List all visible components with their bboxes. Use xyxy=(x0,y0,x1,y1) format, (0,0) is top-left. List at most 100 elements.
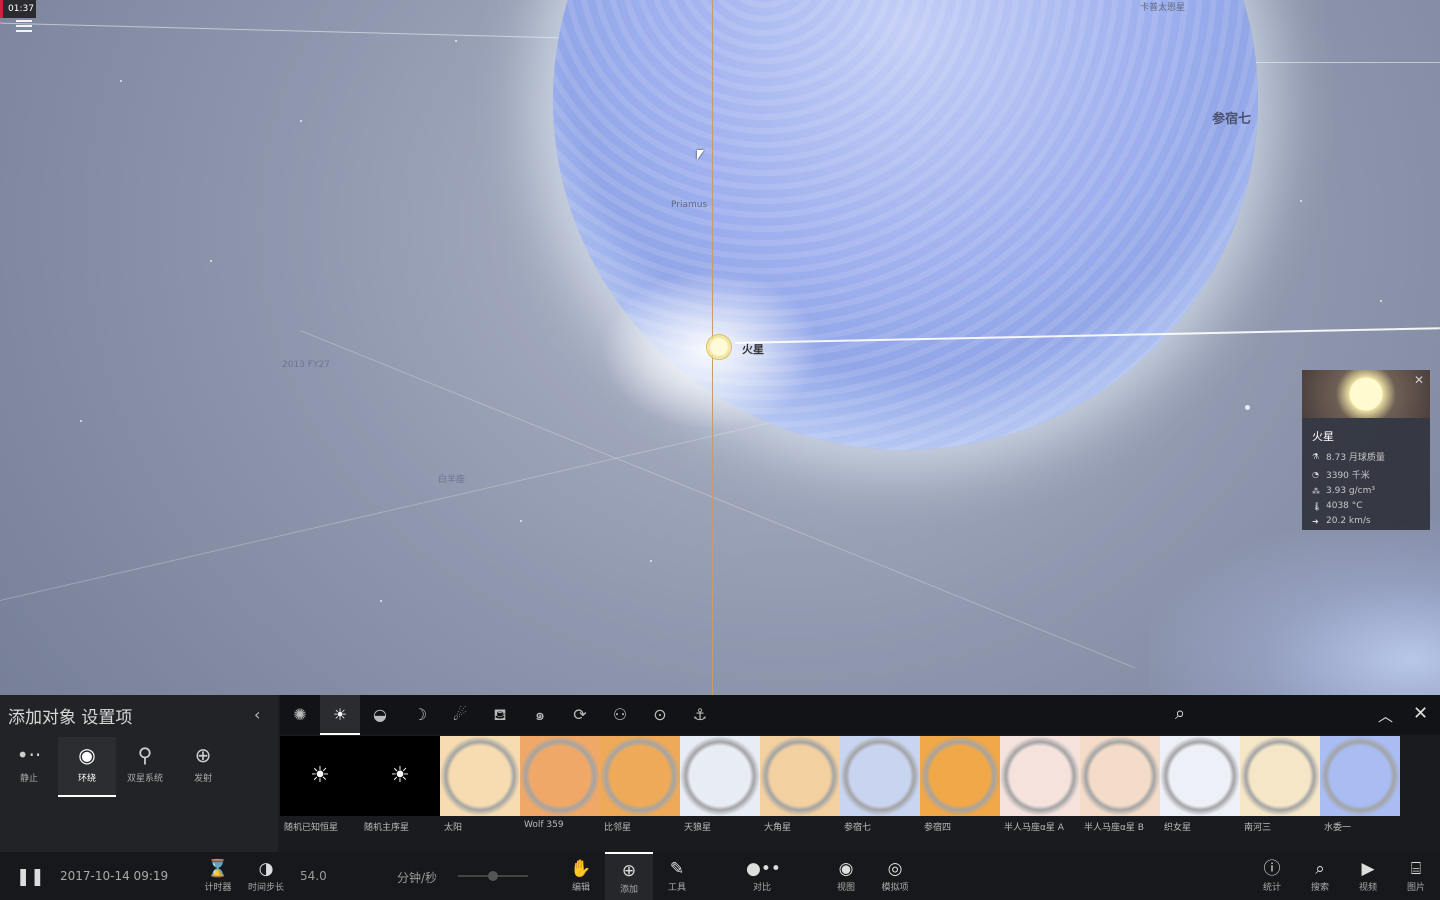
sky-label-mars[interactable]: 火星 xyxy=(742,341,764,357)
camera-icon: ⌸ xyxy=(1410,859,1422,879)
star-item[interactable]: 天狼星 xyxy=(680,736,760,852)
info-row-mass: ⚗ 8.73 月球质量 xyxy=(1312,452,1385,463)
star-item[interactable]: 半人马座α星 B xyxy=(1080,736,1160,852)
star-item-label: 水委一 xyxy=(1324,823,1352,833)
search-icon[interactable]: ⌕ xyxy=(1175,703,1185,724)
simulation-view[interactable]: 卡普太恩星 参宿七 Priamus 火星 2013 FY27 白羊座 xyxy=(0,0,1440,695)
star-item-label: 参宿七 xyxy=(844,823,872,833)
density-icon: ⁂ xyxy=(1312,486,1320,496)
star-item[interactable]: ☀ 随机已知恒星 xyxy=(280,736,360,852)
orbit-line xyxy=(0,22,560,39)
timestep-unit[interactable]: 分钟/秒 xyxy=(397,869,437,886)
orbit-line xyxy=(1255,62,1440,63)
star-item-label: 半人马座α星 A xyxy=(1004,823,1064,833)
menu-icon[interactable] xyxy=(16,20,32,32)
cat-star-icon[interactable]: ☀ xyxy=(320,695,360,735)
binary-icon: ⚲ xyxy=(137,743,153,767)
star-item-label: 半人马座α星 B xyxy=(1084,823,1144,833)
timestep-slider[interactable] xyxy=(458,871,528,881)
sky-label-2013fy27[interactable]: 2013 FY27 xyxy=(282,360,330,370)
edit-button[interactable]: ✋ 编辑 xyxy=(565,858,597,893)
tools-button[interactable]: ✎ 工具 xyxy=(661,858,693,893)
magnifier-icon: ⌕ xyxy=(1315,859,1325,879)
compare-button[interactable]: ●•• 对比 xyxy=(746,858,781,893)
close-panel-icon[interactable]: ✕ xyxy=(1413,703,1428,724)
star-item-label: 大角星 xyxy=(764,823,792,833)
cat-galaxy-icon[interactable]: ๑ xyxy=(520,695,560,735)
sky-label-rigel[interactable]: 参宿七 xyxy=(1212,108,1251,127)
star-item[interactable]: 参宿四 xyxy=(920,736,1000,852)
cat-dust-icon[interactable]: ⊙ xyxy=(640,695,680,735)
sky-label-priamus[interactable]: Priamus xyxy=(671,200,707,210)
video-button[interactable]: ▶ 视频 xyxy=(1352,858,1384,893)
random-star-icon: ☀ xyxy=(360,736,440,816)
cat-ring-icon[interactable]: ⟳ xyxy=(560,695,600,735)
star-item[interactable]: 水委一 xyxy=(1320,736,1400,852)
photo-button[interactable]: ⌸ 图片 xyxy=(1400,858,1432,893)
star-item-label: Wolf 359 xyxy=(524,820,564,830)
star-thumbnail xyxy=(520,736,600,816)
cat-anchor-icon[interactable]: ⚓ xyxy=(680,695,720,735)
simulate-icon: ◎ xyxy=(887,859,903,879)
star-item[interactable]: 南河三 xyxy=(1240,736,1320,852)
info-row-density: ⁂ 3.93 g/cm³ xyxy=(1312,486,1375,496)
star-item[interactable]: 大角星 xyxy=(760,736,840,852)
category-bar: ✺ ☀ ◒ ☽ ☄ ⛾ ๑ ⟳ ⚇ ⊙ ⚓ ⌕ ︿ ✕ xyxy=(280,695,1440,735)
pause-icon[interactable]: ❚❚ xyxy=(16,867,45,887)
random-star-icon: ☀ xyxy=(280,736,360,816)
info-row-velocity: ➜ 20.2 km/s xyxy=(1312,516,1371,526)
stats-button[interactable]: ⓘ 统计 xyxy=(1256,858,1288,893)
cat-planet-icon[interactable]: ◒ xyxy=(360,695,400,735)
slider-knob[interactable] xyxy=(488,871,498,881)
star-item[interactable]: 半人马座α星 A xyxy=(1000,736,1080,852)
eye-icon: ◉ xyxy=(838,859,854,879)
star-thumbnail xyxy=(1160,736,1240,816)
star-item[interactable]: 太阳 xyxy=(440,736,520,852)
star-thumbnail xyxy=(1000,736,1080,816)
mode-launch[interactable]: ⊕ 发射 xyxy=(174,737,232,795)
timestep-button[interactable]: ◑ 时间步长 xyxy=(246,858,286,893)
sim-datetime[interactable]: 2017-10-14 09:19 xyxy=(60,869,168,883)
star-item-label: 天狼星 xyxy=(684,823,712,833)
mouse-cursor-icon xyxy=(697,150,704,160)
close-icon[interactable]: ✕ xyxy=(1414,373,1424,387)
chevron-left-icon[interactable]: ‹ xyxy=(254,705,260,724)
mode-binary[interactable]: ⚲ 双星系统 xyxy=(116,737,174,795)
sky-label-aries[interactable]: 白羊座 xyxy=(438,472,465,485)
cat-teapot-icon[interactable]: ⛾ xyxy=(480,695,520,735)
cat-comet-icon[interactable]: ☄ xyxy=(440,695,480,735)
sky-label-kapteyn[interactable]: 卡普太恩星 xyxy=(1140,0,1185,13)
info-icon: ⓘ xyxy=(1263,859,1281,879)
star-thumbnail xyxy=(760,736,840,816)
timer-button[interactable]: ⌛ 计时器 xyxy=(202,858,234,893)
add-button[interactable]: ⊕ 添加 xyxy=(605,852,653,900)
star-thumbnail xyxy=(1320,736,1400,816)
tool-icon: ✎ xyxy=(669,859,685,879)
launch-icon: ⊕ xyxy=(194,743,212,767)
cat-people-icon[interactable]: ⚇ xyxy=(600,695,640,735)
star-item-label: 织女星 xyxy=(1164,823,1192,833)
add-mode-pane: 添加对象 设置项 ‹ •·· 静止 ◉ 环绕 ⚲ 双星系统 ⊕ 发射 xyxy=(0,695,278,852)
cat-planetary-system-icon[interactable]: ✺ xyxy=(280,695,320,735)
star-item-label: 太阳 xyxy=(444,823,463,833)
clock: 01:37 xyxy=(0,0,36,18)
star-thumbnail xyxy=(680,736,760,816)
star-item[interactable]: Wolf 359 xyxy=(520,736,600,852)
chevron-up-icon[interactable]: ︿ xyxy=(1378,705,1393,726)
mode-static[interactable]: •·· 静止 xyxy=(0,737,58,795)
hourglass-icon: ⌛ xyxy=(207,859,229,879)
star-item-label: 比邻星 xyxy=(604,823,632,833)
star-item[interactable]: ☀ 随机主序星 xyxy=(360,736,440,852)
simulate-button[interactable]: ◎ 模拟项 xyxy=(876,858,914,893)
mars-planet[interactable] xyxy=(706,334,732,360)
static-icon: •·· xyxy=(16,743,42,767)
object-info-card[interactable]: ✕ 火星 ⚗ 8.73 月球质量 ◔ 3390 千米 ⁂ 3.93 g/cm³ 🌡 40… xyxy=(1302,370,1430,530)
star-item[interactable]: 参宿七 xyxy=(840,736,920,852)
star-item[interactable]: 织女星 xyxy=(1160,736,1240,852)
star-item-label: 南河三 xyxy=(1244,823,1272,833)
view-button[interactable]: ◉ 视图 xyxy=(830,858,862,893)
cat-moon-icon[interactable]: ☽ xyxy=(400,695,440,735)
mode-orbit[interactable]: ◉ 环绕 xyxy=(58,737,116,797)
search-button[interactable]: ⌕ 搜索 xyxy=(1304,858,1336,893)
star-item[interactable]: 比邻星 xyxy=(600,736,680,852)
